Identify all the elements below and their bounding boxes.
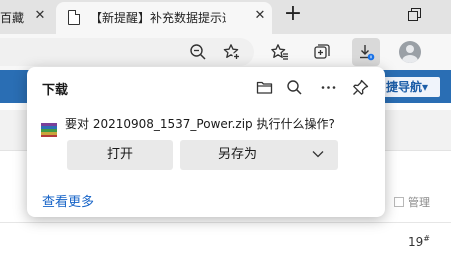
tab-active[interactable]: 【新提醒】补充数据提示通讯 ✕ [56,2,272,34]
search-icon[interactable] [283,76,305,98]
chevron-down-icon[interactable] [312,149,324,159]
close-tab-icon[interactable]: ✕ [32,8,48,24]
more-options-icon[interactable] [317,76,339,98]
close-tab-icon[interactable]: ✕ [252,8,268,24]
manage-label: 管理 [408,196,430,209]
open-button[interactable]: 打开 [67,140,173,170]
see-more-link[interactable]: 查看更多 [42,191,94,210]
downloads-flyout: 下载 要对 20210908_1537_Power.zip 执行什么操作? 打开… [27,67,385,217]
favorites-icon[interactable] [266,38,294,66]
downloads-title: 下载 [42,83,69,98]
tab-strip: 百藏 ✕ 【新提醒】补充数据提示通讯 ✕ + [0,0,451,34]
floor-number-suffix: # [423,234,430,243]
collections-icon[interactable] [308,38,336,66]
profile-avatar[interactable] [399,41,421,63]
save-as-button[interactable]: 另存为 [180,140,338,170]
tab-previous[interactable]: 百藏 ✕ [0,0,52,34]
new-tab-button[interactable]: + [282,3,304,26]
page-icon [68,10,80,25]
download-prompt: 要对 20210908_1537_Power.zip 执行什么操作? [65,117,335,131]
address-bar[interactable] [0,38,254,66]
floor-number-value: 19 [408,235,424,249]
zoom-out-icon[interactable] [184,38,212,66]
pin-icon[interactable] [349,76,371,98]
divider [0,222,451,223]
restore-window-icon[interactable] [408,8,421,21]
open-folder-icon[interactable] [253,76,275,98]
tab-active-title: 【新提醒】补充数据提示通讯 [90,11,226,25]
tab-previous-label: 百藏 [0,11,25,25]
manage-option[interactable]: 管理 [394,194,430,210]
save-as-label: 另存为 [218,147,258,162]
manage-checkbox[interactable] [394,197,404,207]
download-icon[interactable] [352,38,380,66]
browser-toolbar [0,34,451,70]
floor-number: 19# [408,234,430,249]
quick-nav-button[interactable]: 捷导航▾ [380,77,440,97]
zip-file-icon [41,123,57,137]
add-favorite-icon[interactable] [218,38,246,66]
